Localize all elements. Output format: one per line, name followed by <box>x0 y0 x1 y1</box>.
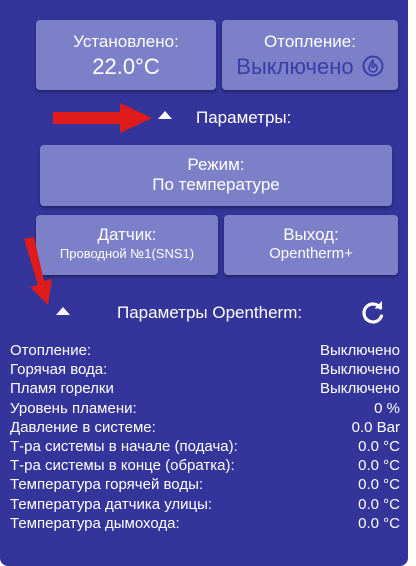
list-item: Давление в системе: 0.0 Bar <box>10 418 400 437</box>
param-label: Горячая вода: <box>10 361 108 379</box>
output-label: Выход: <box>283 225 339 244</box>
param-value: 0.0 °C <box>358 457 400 475</box>
list-item: Отопление: Выключено <box>10 341 400 360</box>
param-value: Выключено <box>320 361 400 379</box>
opentherm-params-list: Отопление: Выключено Горячая вода: Выклю… <box>10 341 400 533</box>
list-item: Т-ра системы в конце (обратка): 0.0 °C <box>10 456 400 475</box>
mode-label: Режим: <box>187 155 245 174</box>
heating-status-text: Выключено <box>236 54 354 79</box>
list-item: Горячая вода: Выключено <box>10 360 400 379</box>
opentherm-collapse-triangle-icon[interactable] <box>56 307 70 315</box>
param-label: Давление в системе: <box>10 418 156 436</box>
output-button[interactable]: Выход: Opentherm+ <box>224 215 398 275</box>
param-value: 0.0 °C <box>358 514 400 532</box>
list-item: Температура датчика улицы: 0.0 °C <box>10 495 400 514</box>
param-label: Температура горячей воды: <box>10 476 204 494</box>
opentherm-header: Параметры Opentherm: <box>117 303 303 322</box>
refresh-icon[interactable] <box>360 300 386 326</box>
installed-label: Установлено: <box>73 32 179 51</box>
param-value: 0.0 °C <box>358 438 400 456</box>
list-item: Уровень пламени: 0 % <box>10 399 400 418</box>
param-value: 0.0 Bar <box>351 418 400 436</box>
heating-status: Выключено <box>222 54 398 80</box>
installed-value: 22.0°C <box>92 54 160 79</box>
list-item: Температура горячей воды: 0.0 °C <box>10 475 400 494</box>
param-label: Отопление: <box>10 342 92 359</box>
param-label: Т-ра системы в конце (обратка): <box>10 457 235 475</box>
heating-control-panel: Установлено: 22.0°C Отопление: Выключено… <box>0 0 408 566</box>
param-value: Выключено <box>320 342 400 359</box>
mode-value: По температуре <box>152 175 280 194</box>
param-label: Уровень пламени: <box>10 399 137 417</box>
params-header: Параметры: <box>196 108 292 127</box>
list-item: Пламя горелки Выключено <box>10 379 400 398</box>
flame-icon <box>362 55 384 77</box>
heating-label: Отопление: <box>264 32 356 51</box>
param-value: 0.0 °C <box>358 476 400 494</box>
mode-button[interactable]: Режим: По температуре <box>40 145 392 206</box>
installed-temperature-button[interactable]: Установлено: 22.0°C <box>36 20 216 90</box>
param-value: 0 % <box>374 399 400 417</box>
red-arrow-annotation-2 <box>24 237 52 305</box>
list-item: Т-ра системы в начале (подача): 0.0 °C <box>10 437 400 456</box>
param-value: 0.0 °C <box>358 495 400 513</box>
heating-toggle-button[interactable]: Отопление: Выключено <box>222 20 398 90</box>
param-label: Температура датчика улицы: <box>10 495 213 513</box>
param-label: Пламя горелки <box>10 380 114 398</box>
list-item: Температура дымохода: 0.0 °C <box>10 514 400 533</box>
red-arrow-annotation <box>53 103 152 133</box>
output-value: Opentherm+ <box>269 245 353 262</box>
param-label: Т-ра системы в начале (подача): <box>10 438 238 456</box>
params-collapse-triangle-icon[interactable] <box>158 111 172 119</box>
param-label: Температура дымохода: <box>10 514 180 532</box>
param-value: Выключено <box>320 380 400 398</box>
